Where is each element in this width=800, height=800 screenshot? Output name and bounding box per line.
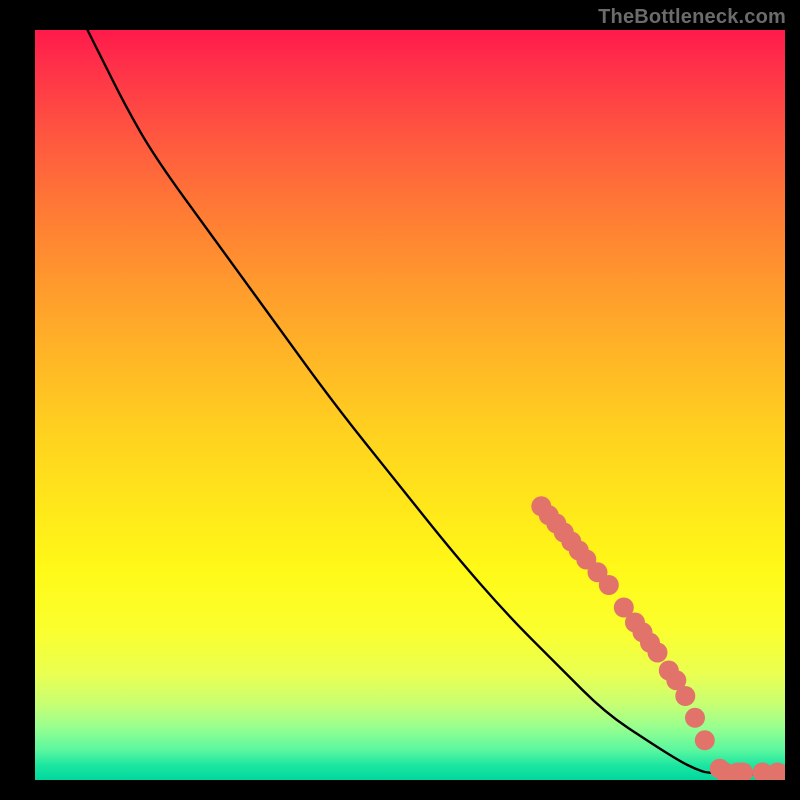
marker-dot xyxy=(599,575,619,595)
plot-area xyxy=(35,30,785,780)
marker-dot xyxy=(675,686,695,706)
watermark-text: TheBottleneck.com xyxy=(598,6,786,29)
stage: TheBottleneck.com xyxy=(0,0,800,800)
marker-dot xyxy=(648,643,668,663)
marker-dot xyxy=(768,763,786,781)
marker-dot xyxy=(695,730,715,750)
marker-dot xyxy=(685,708,705,728)
marker-group xyxy=(531,496,785,780)
curve-line xyxy=(88,30,786,774)
chart-overlay xyxy=(35,30,785,780)
